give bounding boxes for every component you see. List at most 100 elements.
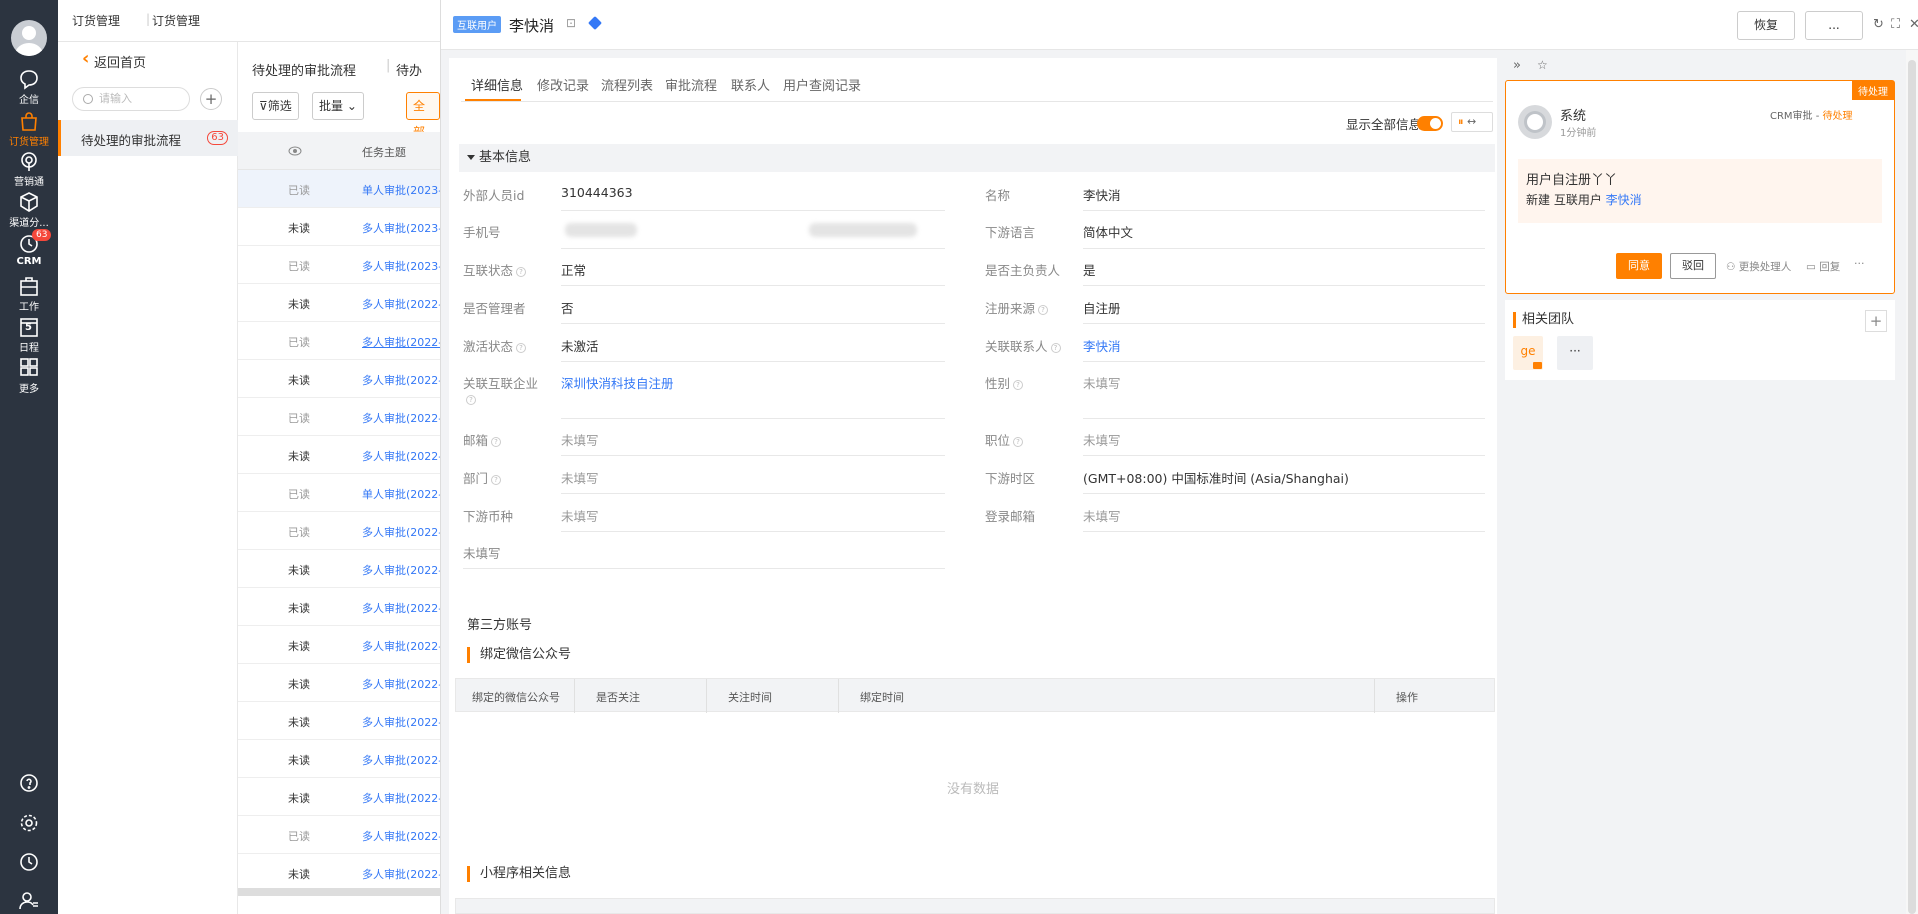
table-row[interactable]: 未读 多人审批(2023-0 (238, 208, 440, 246)
table-row[interactable]: 未读 多人审批(2022-0 (238, 664, 440, 702)
contacts-icon[interactable] (19, 891, 39, 911)
tab-contacts[interactable]: 联系人 (731, 75, 770, 94)
table-row[interactable]: 未读 多人审批(2022-1 (238, 360, 440, 398)
todo-tab[interactable]: 待办 (396, 60, 422, 79)
chevron-down-icon: ⌄ (346, 99, 357, 113)
all-button[interactable]: 全部 (406, 92, 440, 139)
more-actions-icon[interactable]: ··· (1854, 257, 1865, 270)
table-row[interactable]: 未读 多人审批(2022-0 (238, 436, 440, 474)
help-icon[interactable]: ? (1038, 305, 1049, 315)
people-icon: ⚇ (1726, 261, 1736, 273)
task-subject-link[interactable]: 多人审批(2022-1 (362, 334, 440, 350)
breadcrumb-2[interactable]: 订货管理 (152, 12, 200, 29)
settings-icon[interactable] (19, 813, 39, 833)
table-row[interactable]: 未读 多人审批(2022-0 (238, 854, 440, 892)
task-subject-link[interactable]: 多人审批(2022-0 (362, 524, 440, 540)
help-icon[interactable] (19, 773, 39, 793)
task-subject-link[interactable]: 单人审批(2023-0 (362, 182, 440, 198)
table-row[interactable]: 已读 单人审批(2023-0 (238, 170, 440, 208)
task-subject-link[interactable]: 多人审批(2023-0 (362, 258, 440, 274)
collapse-icon[interactable]: » (1513, 58, 1521, 73)
add-button[interactable]: + (200, 88, 222, 110)
help-icon[interactable]: ? (516, 343, 527, 353)
task-subject-link[interactable]: 多人审批(2022-0 (362, 410, 440, 426)
table-row[interactable]: 已读 多人审批(2022-0 (238, 398, 440, 436)
task-subject-link[interactable]: 多人审批(2022-0 (362, 600, 440, 616)
task-subject-link[interactable]: 多人审批(2022-0 (362, 714, 440, 730)
team-more-button[interactable]: ··· (1557, 336, 1593, 370)
help-icon[interactable]: ? (491, 437, 502, 447)
task-subject-link[interactable]: 多人审批(2022-0 (362, 752, 440, 768)
table-row[interactable]: 未读 多人审批(2022-0 (238, 740, 440, 778)
bag-icon (17, 110, 41, 132)
nav-more[interactable]: 更多 (0, 357, 58, 407)
help-icon[interactable]: ? (466, 395, 476, 405)
breadcrumb-1[interactable]: 订货管理 (72, 12, 120, 29)
add-member-button[interactable]: + (1865, 310, 1887, 332)
task-subject-link[interactable]: 多人审批(2022-0 (362, 448, 440, 464)
table-row[interactable]: 未读 多人审批(2022-0 (238, 626, 440, 664)
history-icon[interactable] (19, 852, 39, 872)
task-subject-link[interactable]: 多人审批(2022-0 (362, 562, 440, 578)
field-underline (1083, 418, 1485, 419)
table-row[interactable]: 已读 多人审批(2022-0 (238, 512, 440, 550)
vertical-scrollbar[interactable] (1906, 50, 1918, 914)
batch-button[interactable]: 批量 ⌄ (312, 92, 364, 120)
tab-approval-flow[interactable]: 审批流程 (665, 75, 717, 94)
task-subject-link[interactable]: 多人审批(2022-1 (362, 296, 440, 312)
user-avatar[interactable] (11, 20, 47, 56)
tab-flow-list[interactable]: 流程列表 (601, 75, 653, 94)
table-row[interactable]: 已读 多人审批(2022-0 (238, 816, 440, 854)
reject-button[interactable]: 驳回 (1670, 253, 1716, 279)
help-icon[interactable]: ? (491, 475, 502, 485)
filter-button[interactable]: ⊽筛选 (252, 92, 299, 120)
task-subject-link[interactable]: 多人审批(2022-0 (362, 790, 440, 806)
task-subject-link[interactable]: 多人审批(2023-0 (362, 220, 440, 236)
flow-item-pending-approval[interactable]: 待处理的审批流程 63 (58, 120, 238, 156)
table-row[interactable]: 未读 多人审批(2022-0 (238, 550, 440, 588)
back-home-link[interactable]: 返回首页 (82, 48, 146, 71)
table-row[interactable]: 未读 多人审批(2022-1 (238, 284, 440, 322)
table-row[interactable]: 已读 多人审批(2022-1 (238, 322, 440, 360)
task-subject-link[interactable]: 多人审批(2022-0 (362, 866, 440, 882)
restore-button[interactable]: 恢复 (1737, 11, 1795, 40)
close-icon[interactable]: ✕ (1909, 17, 1918, 32)
calendar-icon: 5 (17, 316, 41, 338)
column-task-subject[interactable]: 任务主题 (362, 144, 406, 160)
reply-button[interactable]: ▭ 回复 (1806, 259, 1840, 274)
search-input[interactable]: 请输入 (72, 87, 190, 111)
task-subject-link[interactable]: 多人审批(2022-0 (362, 676, 440, 692)
system-avatar (1518, 105, 1552, 139)
agree-button[interactable]: 同意 (1616, 253, 1662, 279)
tab-change-log[interactable]: 修改记录 (537, 75, 589, 94)
help-icon[interactable]: ? (516, 267, 527, 277)
more-button[interactable]: ... (1805, 11, 1863, 40)
table-row[interactable]: 未读 多人审批(2022-0 (238, 702, 440, 740)
pin-icon[interactable]: ☆ (1537, 58, 1548, 72)
task-subject-link[interactable]: 多人审批(2022-0 (362, 828, 440, 844)
task-subject-link[interactable]: 单人审批(2022-0 (362, 486, 440, 502)
refresh-icon[interactable]: ↻ (1873, 17, 1884, 32)
fullscreen-icon[interactable]: ⛶ (1891, 17, 1900, 32)
user-link[interactable]: 李快消 (1606, 193, 1642, 207)
tab-detail-info[interactable]: 详细信息 (471, 75, 523, 94)
layout-toggle-icon[interactable]: ⏸ ↔ (1451, 112, 1493, 132)
section-basic-info[interactable]: 基本信息 (459, 144, 1495, 172)
help-icon[interactable]: ? (1013, 437, 1024, 447)
show-all-toggle[interactable] (1417, 116, 1443, 131)
table-row[interactable]: 已读 单人审批(2022-0 (238, 474, 440, 512)
table-row[interactable]: 已读 多人审批(2023-0 (238, 246, 440, 284)
tag-icon[interactable] (588, 16, 602, 30)
linked-enterprise-link[interactable]: 深圳快消科技自注册 (561, 373, 674, 392)
task-subject-link[interactable]: 多人审批(2022-0 (362, 638, 440, 654)
task-subject-link[interactable]: 多人审批(2022-1 (362, 372, 440, 388)
tab-view-records[interactable]: 用户查阅记录 (783, 75, 861, 94)
team-member-chip[interactable]: ge (1513, 336, 1543, 370)
table-row[interactable]: 未读 多人审批(2022-0 (238, 778, 440, 816)
help-icon[interactable]: ? (1013, 380, 1024, 390)
help-icon[interactable]: ? (1050, 343, 1061, 353)
linked-contact-link[interactable]: 李快消 (1083, 336, 1121, 355)
table-row[interactable]: 未读 多人审批(2022-0 (238, 588, 440, 626)
transfer-handler-button[interactable]: ⚇ 更换处理人 (1726, 259, 1791, 274)
horizontal-scrollbar[interactable] (238, 888, 440, 896)
